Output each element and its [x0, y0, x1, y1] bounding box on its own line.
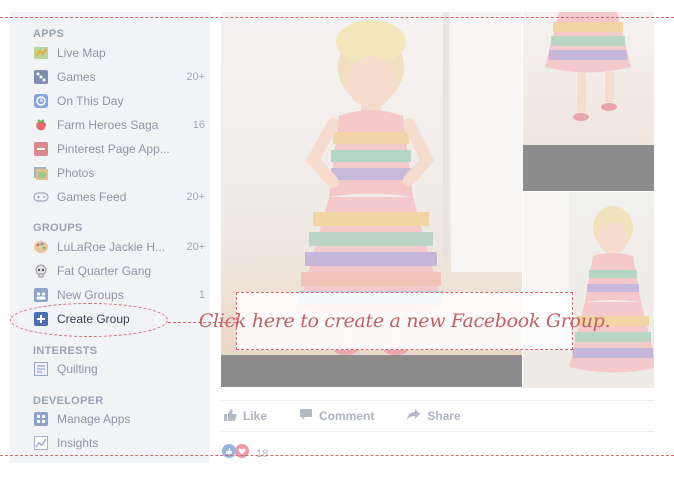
games-icon [33, 69, 49, 85]
reactions-count: 18 [256, 447, 269, 460]
sidebar-item-label: Pinterest Page App... [57, 142, 170, 156]
left-sidebar: APPS Live Map Games 20+ On This Day Farm… [10, 12, 210, 463]
post-photo-letterbox [523, 145, 654, 191]
clock-icon [33, 93, 49, 109]
palette-icon [33, 239, 49, 255]
share-button[interactable]: Share [406, 408, 461, 424]
section-developer-heading: DEVELOPER [33, 395, 104, 407]
annotation-highlight-oval [10, 303, 168, 337]
post-photo-top-right[interactable] [523, 12, 654, 145]
comment-label: Comment [319, 409, 375, 423]
reactions-summary[interactable]: 18 [221, 443, 268, 464]
count-badge: 20+ [186, 71, 205, 83]
gamepad-icon [33, 189, 49, 205]
love-reaction-icon [234, 443, 250, 464]
sidebar-item-label: Live Map [57, 46, 106, 60]
like-label: Like [243, 409, 268, 423]
sidebar-item-new-groups[interactable]: New Groups 1 [33, 285, 205, 305]
post-action-bar: Like Comment Share [221, 400, 654, 432]
sidebar-item-label: Farm Heroes Saga [57, 118, 159, 132]
sidebar-item-label: Games [57, 70, 96, 84]
interest-icon [33, 361, 49, 377]
count-badge: 1 [198, 289, 205, 301]
share-arrow-icon [406, 408, 427, 424]
map-icon [33, 45, 49, 61]
comment-button[interactable]: Comment [299, 408, 374, 424]
sidebar-item-games-feed[interactable]: Games Feed 20+ [33, 187, 205, 207]
photos-icon [33, 165, 49, 181]
girl-standing-image [523, 192, 654, 373]
insights-icon [33, 435, 49, 451]
sidebar-item-label: LuLaRoe Jackie H... [57, 240, 166, 254]
section-interests-heading: INTERESTS [33, 345, 98, 357]
annotation-callout-box: Click here to create a new Facebook Grou… [199, 292, 611, 350]
pinterest-icon [33, 141, 49, 157]
sidebar-item-pinterest-page-app[interactable]: Pinterest Page App... [33, 139, 205, 159]
apps-icon [33, 411, 49, 427]
sidebar-item-insights[interactable]: Insights [33, 433, 205, 453]
tutorial-screenshot: APPS Live Map Games 20+ On This Day Farm… [0, 0, 674, 477]
sidebar-item-farm-heroes-saga[interactable]: Farm Heroes Saga 16 [33, 115, 205, 135]
section-apps-heading: APPS [33, 28, 65, 40]
skull-icon [33, 263, 49, 279]
section-groups-heading: GROUPS [33, 222, 83, 234]
sidebar-item-label: Fat Quarter Gang [57, 264, 152, 278]
sidebar-item-label: On This Day [57, 94, 124, 108]
count-badge: 20+ [186, 191, 205, 203]
sidebar-item-games[interactable]: Games 20+ [33, 67, 205, 87]
comment-icon [299, 408, 319, 424]
post-photo-letterbox [221, 355, 522, 387]
sidebar-item-label: New Groups [57, 288, 124, 302]
like-button[interactable]: Like [223, 408, 267, 424]
sidebar-item-on-this-day[interactable]: On This Day [33, 91, 205, 111]
count-badge: 16 [192, 119, 205, 131]
sidebar-item-label: Photos [57, 166, 95, 180]
sidebar-item-label: Quilting [57, 362, 98, 376]
annotation-dashed-line-top [0, 17, 674, 18]
share-label: Share [427, 409, 461, 423]
news-feed-post [221, 12, 654, 463]
sidebar-item-quilting[interactable]: Quilting [33, 359, 205, 379]
annotation-callout-text: Click here to create a new Facebook Grou… [198, 310, 611, 332]
thumbs-up-icon [223, 408, 243, 424]
sidebar-item-label: Manage Apps [57, 412, 131, 426]
annotation-dashed-line-bottom [0, 455, 674, 456]
strawberry-icon [33, 117, 49, 133]
sidebar-item-lularoe-jackie[interactable]: LuLaRoe Jackie H... 20+ [33, 237, 205, 257]
groups-icon [33, 287, 49, 303]
sidebar-item-label: Insights [57, 436, 99, 450]
count-badge: 20+ [186, 241, 205, 253]
sidebar-item-live-map[interactable]: Live Map [33, 43, 205, 63]
sidebar-item-photos[interactable]: Photos [33, 163, 205, 183]
girl-walking-image [545, 12, 631, 121]
post-photo-bottom-right[interactable] [523, 192, 654, 388]
sidebar-item-manage-apps[interactable]: Manage Apps [33, 409, 205, 429]
sidebar-item-fat-quarter-gang[interactable]: Fat Quarter Gang [33, 261, 205, 281]
sidebar-item-label: Games Feed [57, 190, 127, 204]
